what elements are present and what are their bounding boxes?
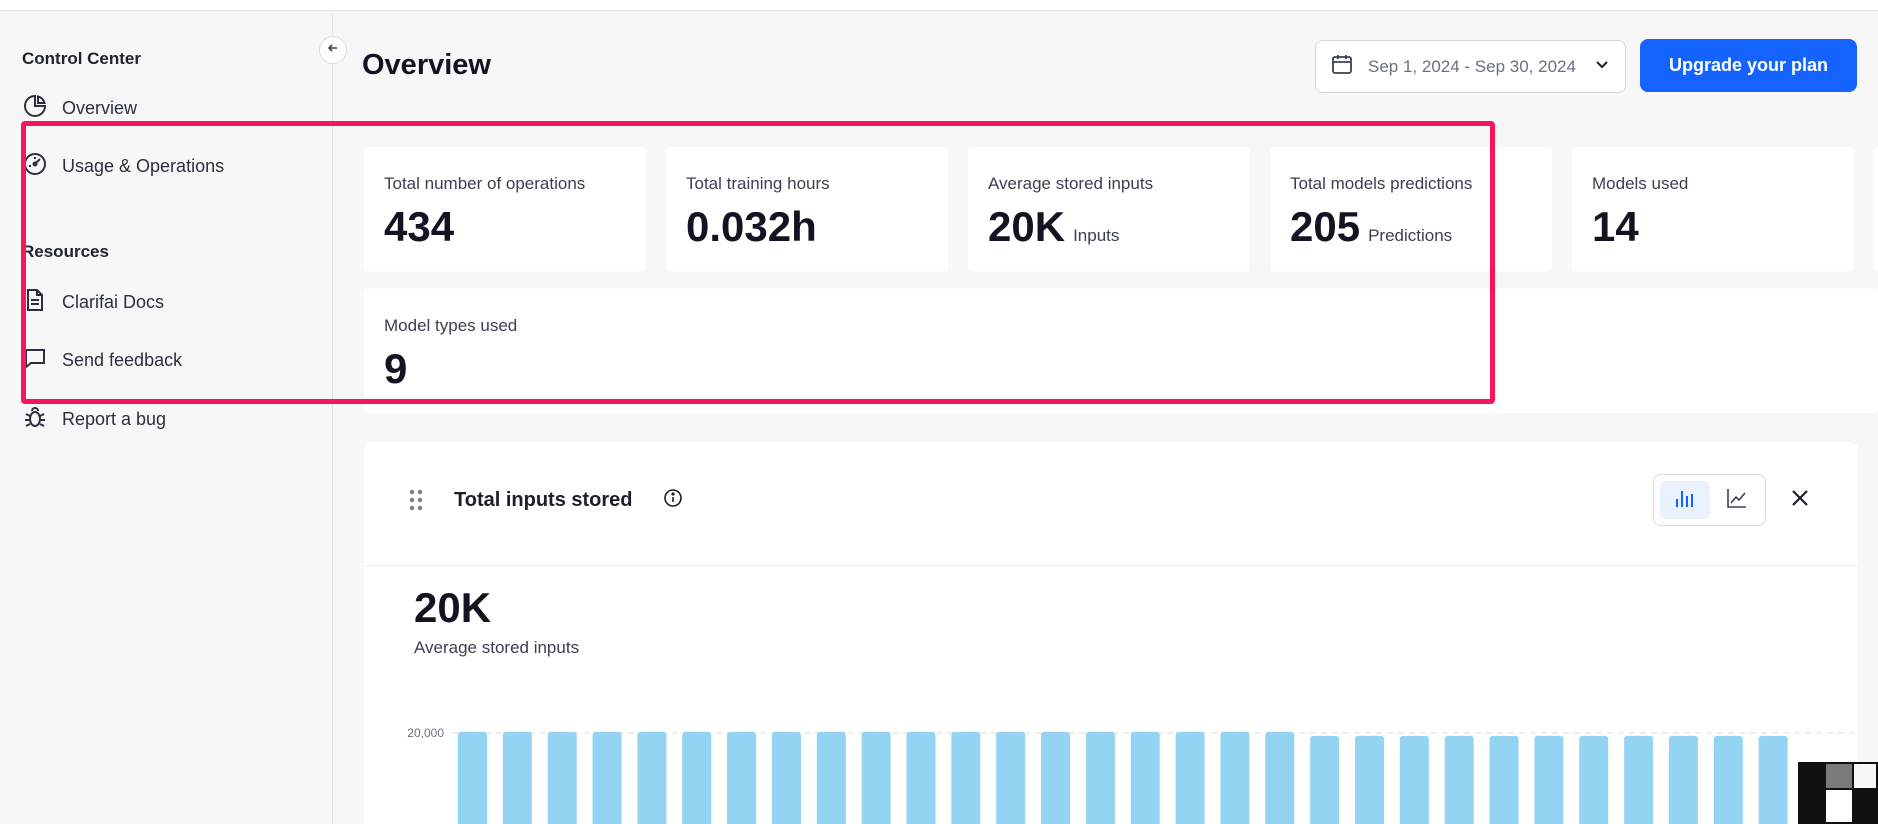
chart-view-toggle [1653, 474, 1766, 526]
bar-27[interactable] [1624, 735, 1654, 824]
panel-big-value: 20K [414, 584, 492, 631]
bar-23[interactable] [1444, 735, 1474, 824]
bar-22[interactable] [1399, 735, 1429, 824]
corner-widget[interactable] [1798, 762, 1878, 824]
bar-16[interactable] [1130, 731, 1160, 824]
bar-3[interactable] [547, 731, 577, 824]
bar-24[interactable] [1489, 735, 1519, 824]
bug-icon [22, 404, 48, 435]
sidebar-item-label: Clarifai Docs [62, 291, 165, 312]
chart-title: Total inputs stored [454, 489, 633, 511]
bar-8[interactable] [771, 731, 801, 824]
stat-card-overflow [1874, 147, 1878, 271]
bar-20[interactable] [1310, 735, 1340, 824]
stat-card-predictions: Total models predictions 205 Predictions [1270, 147, 1552, 271]
bar-chart-icon [1673, 486, 1697, 515]
sidebar-item-label: Send feedback [62, 349, 183, 370]
sidebar-item-label: Overview [62, 97, 138, 118]
stat-value: 14 [1592, 203, 1639, 250]
page-title: Overview [362, 49, 491, 81]
sidebar-section-control-center: Control Center [22, 49, 141, 68]
date-range-picker[interactable]: Sep 1, 2024 - Sep 30, 2024 [1315, 40, 1626, 93]
sidebar-item-label: Usage & Operations [62, 155, 225, 176]
chart-header: Total inputs stored [364, 442, 1858, 566]
stat-value: 20K Inputs [988, 203, 1120, 250]
chevron-down-icon [1593, 55, 1611, 78]
stat-card-training-hours: Total training hours 0.032h [666, 147, 948, 271]
stat-card-operations: Total number of operations 434 [364, 147, 646, 271]
close-icon [1790, 490, 1810, 512]
bar-29[interactable] [1713, 735, 1743, 824]
stat-label: Total models predictions [1290, 174, 1473, 193]
stat-label: Total number of operations [384, 174, 586, 193]
bar-4[interactable] [592, 731, 622, 824]
bar-11[interactable] [906, 731, 936, 824]
bar-chart: 20,000 [407, 726, 1858, 824]
bar-26[interactable] [1579, 735, 1609, 824]
bar-6[interactable] [682, 731, 712, 824]
bar-18[interactable] [1220, 731, 1250, 824]
date-range-value: Sep 1, 2024 - Sep 30, 2024 [1368, 56, 1576, 76]
bar-25[interactable] [1534, 735, 1564, 824]
sidebar-item-label: Report a bug [62, 408, 167, 429]
bar-1[interactable] [458, 731, 487, 824]
stat-value: 9 [384, 345, 408, 392]
arrow-left-icon [326, 41, 340, 60]
line-chart-toggle[interactable] [1714, 481, 1760, 519]
bar-10[interactable] [861, 731, 891, 824]
stat-unit: Predictions [1368, 226, 1453, 245]
collapse-sidebar-button[interactable] [319, 36, 347, 64]
sidebar-item-report-bug[interactable]: Report a bug [22, 402, 166, 436]
stat-card-model-types: Model types used 9 [364, 289, 1878, 413]
upgrade-plan-button[interactable]: Upgrade your plan [1640, 39, 1857, 92]
top-bar [0, 0, 1878, 11]
bar-28[interactable] [1668, 735, 1698, 824]
stat-unit: Inputs [1073, 226, 1120, 245]
bar-13[interactable] [996, 731, 1026, 824]
stat-label: Model types used [384, 316, 518, 335]
bar-5[interactable] [637, 731, 667, 824]
chat-bubble-icon [22, 345, 48, 376]
bar-17[interactable] [1175, 731, 1205, 824]
stat-value: 205 Predictions [1290, 203, 1453, 250]
main-content: Overview Sep 1, 2024 - Sep 30, 2024 Upgr… [334, 11, 1878, 824]
close-panel-button[interactable] [1790, 488, 1810, 513]
sidebar: Control Center Overview Usage & Operatio… [0, 11, 333, 824]
panel-big-label: Average stored inputs [414, 638, 580, 657]
sidebar-section-resources: Resources [22, 242, 109, 261]
stat-value: 434 [384, 203, 455, 250]
sidebar-item-usage-operations[interactable]: Usage & Operations [22, 149, 224, 183]
bar-chart-toggle[interactable] [1660, 481, 1710, 519]
chart-panel: Total inputs stored 20K Average stored i… [364, 442, 1858, 824]
sidebar-item-clarifai-docs[interactable]: Clarifai Docs [22, 285, 164, 319]
gauge-icon [22, 151, 48, 182]
stat-label: Average stored inputs [988, 174, 1154, 193]
stat-label: Models used [1592, 174, 1689, 193]
bar-7[interactable] [727, 731, 757, 824]
info-icon[interactable] [663, 488, 683, 513]
bar-14[interactable] [1041, 731, 1071, 824]
bar-19[interactable] [1265, 731, 1295, 824]
stat-value: 0.032h [686, 203, 817, 250]
document-icon [22, 287, 48, 318]
stat-card-stored-inputs: Average stored inputs 20K Inputs [968, 147, 1250, 271]
bar-12[interactable] [951, 731, 981, 824]
bar-15[interactable] [1085, 731, 1115, 824]
drag-handle-icon[interactable] [409, 489, 423, 516]
pie-chart-icon [22, 93, 48, 124]
line-chart-icon [1725, 486, 1749, 515]
stat-card-models-used: Models used 14 [1572, 147, 1854, 271]
calendar-icon [1330, 52, 1354, 81]
bar-9[interactable] [816, 731, 846, 824]
sidebar-item-send-feedback[interactable]: Send feedback [22, 343, 182, 377]
bar-2[interactable] [502, 731, 532, 824]
sidebar-item-overview[interactable]: Overview [22, 91, 137, 125]
y-tick-label: 20,000 [407, 726, 444, 740]
stat-label: Total training hours [686, 174, 830, 193]
bar-21[interactable] [1355, 735, 1384, 824]
bar-30[interactable] [1758, 735, 1788, 824]
